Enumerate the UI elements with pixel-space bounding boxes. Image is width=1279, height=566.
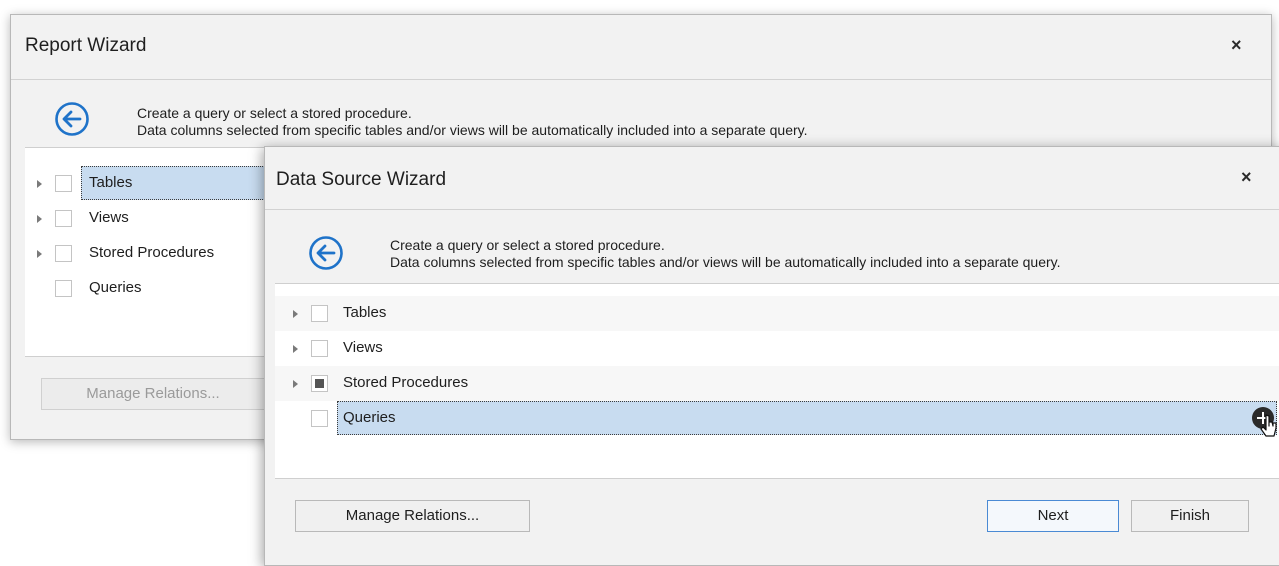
header-description: Create a query or select a stored proced… (390, 237, 1061, 271)
selection-highlight (337, 401, 1277, 435)
back-arrow-icon[interactable] (54, 101, 90, 137)
expand-arrow-icon[interactable] (293, 380, 298, 388)
tree-checkbox[interactable] (311, 340, 328, 357)
header-line-1: Create a query or select a stored proced… (137, 105, 412, 121)
tree-row-queries[interactable]: Queries (275, 401, 1279, 437)
next-button[interactable]: Next (987, 500, 1119, 532)
expand-arrow-icon[interactable] (37, 180, 42, 188)
manage-relations-button[interactable]: Manage Relations... (41, 378, 265, 410)
mouse-cursor-icon (1260, 414, 1277, 437)
data-source-wizard-window: Data Source Wizard × Create a query or s… (264, 146, 1279, 566)
tree-row-tables[interactable]: Tables (275, 296, 1279, 331)
header-line-2: Data columns selected from specific tabl… (137, 122, 808, 138)
back-arrow-icon[interactable] (308, 235, 344, 271)
expand-arrow-icon[interactable] (37, 215, 42, 223)
finish-button[interactable]: Finish (1131, 500, 1249, 532)
tree-checkbox[interactable] (55, 280, 72, 297)
tree-label: Views (89, 209, 129, 226)
tree-checkbox[interactable] (311, 410, 328, 427)
manage-relations-button[interactable]: Manage Relations... (295, 500, 530, 532)
query-tree: Tables Views Stored Procedures Queries (275, 283, 1279, 479)
title-divider (11, 79, 1271, 80)
expand-arrow-icon[interactable] (37, 250, 42, 258)
window-title: Data Source Wizard (276, 169, 447, 190)
close-icon[interactable]: × (1231, 35, 1242, 56)
tree-label: Tables (343, 304, 387, 321)
close-icon[interactable]: × (1241, 167, 1252, 188)
tree-checkbox[interactable] (55, 245, 72, 262)
tree-row-views[interactable]: Views (275, 331, 1279, 366)
header-description: Create a query or select a stored proced… (137, 105, 808, 139)
expand-arrow-icon[interactable] (293, 345, 298, 353)
window-title: Report Wizard (25, 35, 147, 56)
tree-row-stored-procedures[interactable]: Stored Procedures (275, 366, 1279, 401)
tree-checkbox[interactable] (311, 305, 328, 322)
tree-label: Stored Procedures (89, 244, 215, 261)
tree-checkbox[interactable] (55, 210, 72, 227)
tree-label: Views (343, 339, 383, 356)
tree-label: Tables (89, 174, 133, 191)
tree-checkbox-indeterminate[interactable] (311, 375, 328, 392)
tree-checkbox[interactable] (55, 175, 72, 192)
tree-label: Queries (343, 409, 396, 426)
expand-arrow-icon[interactable] (293, 310, 298, 318)
header-line-1: Create a query or select a stored proced… (390, 237, 665, 253)
tree-label: Stored Procedures (343, 374, 469, 391)
tree-label: Queries (89, 279, 142, 296)
title-divider (265, 209, 1279, 210)
header-line-2: Data columns selected from specific tabl… (390, 254, 1061, 270)
